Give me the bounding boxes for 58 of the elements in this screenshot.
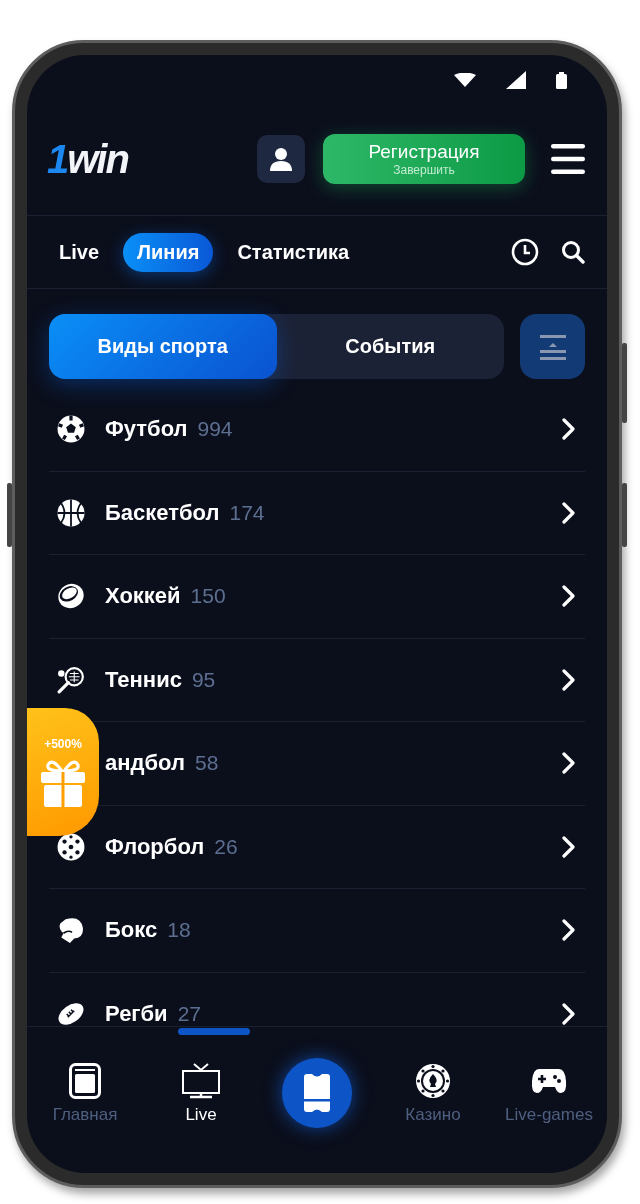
search-icon[interactable] — [561, 240, 585, 264]
perforated-ball-icon — [57, 832, 85, 861]
menu-icon[interactable] — [551, 144, 585, 174]
collapse-button[interactable] — [520, 314, 585, 379]
chevron-right-icon — [561, 668, 575, 691]
tab[interactable]: Статистика — [223, 232, 364, 272]
tennis-racket-icon — [57, 665, 85, 694]
logo[interactable]: 1win — [47, 137, 128, 181]
event-count: 994 — [197, 417, 233, 442]
puck-icon — [57, 582, 85, 611]
scroll-indicator — [178, 1028, 250, 1035]
casino-chip-icon — [415, 1063, 451, 1099]
boxing-glove-icon — [57, 916, 85, 945]
chevron-right-icon — [561, 752, 575, 775]
tab[interactable]: Линия — [123, 232, 214, 272]
event-count: 18 — [167, 918, 191, 943]
clock-icon[interactable] — [511, 238, 539, 266]
sport-name: андбол — [105, 750, 185, 777]
event-count: 95 — [191, 667, 216, 692]
event-count: 27 — [177, 1001, 201, 1026]
collapse-icon — [539, 332, 566, 361]
event-count: 58 — [194, 751, 219, 776]
gift-icon — [40, 759, 86, 807]
register-button[interactable]: Регистрация Завершить — [323, 134, 525, 184]
signal-icon — [506, 71, 526, 89]
chevron-right-icon — [561, 585, 575, 608]
event-count: 26 — [214, 834, 238, 859]
soccer-ball-icon — [57, 415, 85, 444]
segment-tab[interactable]: События — [276, 314, 504, 379]
event-count: 174 — [229, 500, 265, 525]
sport-name: Теннис — [105, 666, 182, 693]
user-icon — [270, 147, 292, 171]
chevron-right-icon — [561, 1002, 575, 1025]
tv-icon — [182, 1063, 220, 1099]
battery-icon — [556, 71, 567, 89]
chevron-right-icon — [561, 501, 575, 524]
nav-item[interactable]: Live — [182, 1063, 220, 1125]
wifi-icon — [454, 73, 476, 87]
profile-button[interactable] — [257, 135, 305, 183]
chevron-right-icon — [561, 418, 575, 441]
nav-item[interactable]: Казино — [405, 1063, 461, 1125]
home-icon — [69, 1063, 101, 1099]
nav-item[interactable]: Главная — [52, 1063, 118, 1125]
nav-item[interactable]: Live-games — [505, 1063, 593, 1125]
tab[interactable]: Live — [45, 232, 114, 272]
segment-tab[interactable]: Виды спорта — [49, 314, 277, 379]
bet-slip-button[interactable] — [282, 1058, 352, 1128]
sport-name: Флорбол — [105, 833, 205, 860]
sport-name: Хоккей — [105, 583, 181, 610]
ticket-icon — [304, 1074, 330, 1112]
sport-name: Футбол — [105, 416, 188, 443]
basketball-icon — [57, 498, 85, 527]
sport-name: Баскетбол — [105, 499, 220, 526]
chevron-right-icon — [561, 919, 575, 942]
event-count: 150 — [190, 584, 226, 609]
sport-name: Бокс — [105, 917, 158, 944]
sport-name: Регби — [105, 1000, 168, 1026]
chevron-right-icon — [561, 835, 575, 858]
